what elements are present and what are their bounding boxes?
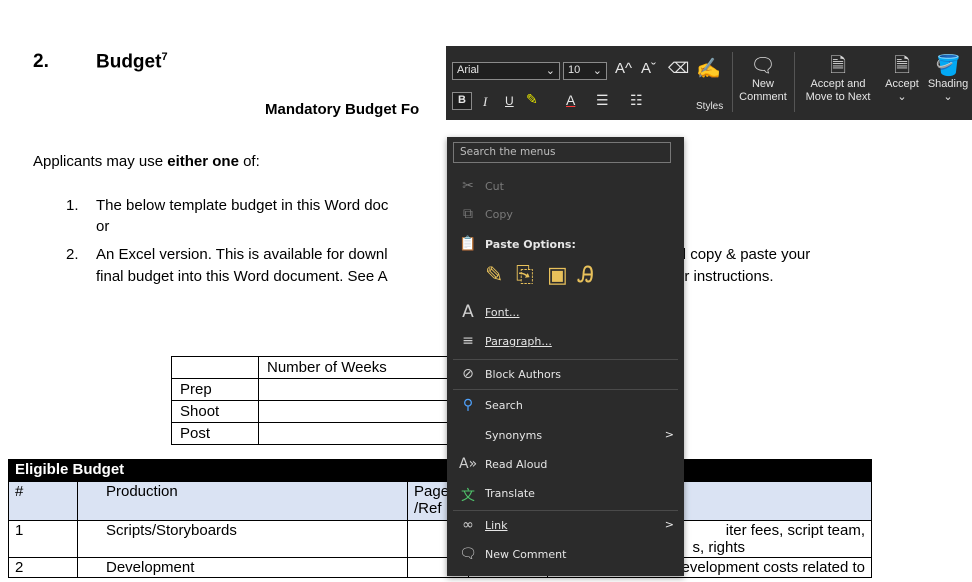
list-item-tail: or instructions. — [676, 268, 774, 285]
menu-item-paragraph[interactable]: ≡ Paragraph... — [447, 330, 684, 354]
heading-number: 2. — [33, 51, 49, 72]
styles-label[interactable]: Styles — [696, 101, 723, 112]
menu-item-search[interactable]: ⚲ Search — [447, 394, 684, 418]
block-authors-icon: ⊘ — [462, 366, 474, 382]
row-number[interactable]: 2 — [8, 557, 78, 578]
clear-formatting-icon[interactable]: ⌫ — [668, 59, 689, 77]
menu-item-translate[interactable]: 文 Translate — [447, 482, 684, 506]
menu-item-new-comment[interactable]: 🗨 New Comment — [447, 543, 684, 567]
accept-button[interactable]: 🗎 Accept ⌄ — [880, 54, 924, 104]
highlight-icon[interactable]: ✎ — [526, 91, 538, 108]
weeks-row-label[interactable]: Post — [171, 422, 259, 445]
weeks-row-label[interactable]: Shoot — [171, 400, 259, 423]
chevron-down-icon: ⌄ — [943, 91, 953, 103]
numbering-icon[interactable]: ☷ — [630, 92, 643, 109]
budget-table: Eligible Budget # Production Page/Ref 1 … — [8, 459, 872, 578]
menu-item-font[interactable]: A Font... — [447, 301, 684, 325]
chevron-down-icon: ⌄ — [545, 65, 555, 77]
italic-button[interactable]: I — [483, 94, 487, 110]
table-cell[interactable] — [171, 356, 259, 379]
chevron-down-icon: ⌄ — [897, 91, 907, 103]
table-cell[interactable] — [258, 378, 450, 401]
row-number[interactable]: 1 — [8, 520, 78, 558]
intro-paragraph: Applicants may use either one of: — [33, 153, 260, 170]
menu-item-block-authors[interactable]: ⊘ Block Authors — [447, 363, 684, 387]
list-item-continuation: final budget into this Word document. Se… — [96, 268, 388, 285]
weeks-table: Number of Weeks Prep Shoot Post — [171, 356, 450, 445]
grow-font-button[interactable]: A^ — [615, 60, 632, 77]
paste-text-only-icon[interactable]: Ꭿ — [578, 263, 594, 288]
footnote-marker[interactable]: 7 — [161, 51, 167, 63]
shading-button[interactable]: 🪣 Shading ⌄ — [924, 54, 972, 104]
heading-title: Budget7 — [96, 51, 168, 73]
weeks-row-label[interactable]: Prep — [171, 378, 259, 401]
budget-table-title[interactable]: Eligible Budget — [8, 459, 872, 482]
read-aloud-icon: A» — [459, 456, 478, 472]
new-comment-button[interactable]: 🗨 New Comment — [738, 54, 788, 104]
col-header-production[interactable]: Production — [77, 481, 408, 521]
col-header-number[interactable]: # — [8, 481, 78, 521]
font-size-select[interactable]: 10 ⌄ — [563, 62, 607, 80]
accept-and-move-button[interactable]: 🗎 Accept and Move to Next — [798, 54, 878, 104]
paint-bucket-icon: 🪣 — [935, 55, 961, 77]
accept-document-icon: 🗎 — [829, 55, 847, 77]
bold-button[interactable]: B — [452, 92, 472, 110]
underline-button[interactable]: U — [505, 94, 514, 108]
shrink-font-button[interactable]: Aˇ — [641, 60, 656, 77]
menu-item-link[interactable]: ∞ Link > — [447, 514, 684, 538]
cut-icon: ✂ — [462, 178, 474, 194]
font-name-select[interactable]: Arial ⌄ — [452, 62, 560, 80]
table-row: 2 Development Incurred development costs… — [8, 557, 872, 578]
table-cell[interactable] — [258, 422, 450, 445]
menu-item-copy[interactable]: ⧉ Copy — [447, 203, 684, 227]
menu-item-synonyms[interactable]: Synonyms > — [447, 424, 684, 448]
paragraph-icon: ≡ — [462, 333, 474, 349]
styles-pen-icon[interactable]: ✍ — [696, 56, 721, 81]
copy-icon: ⧉ — [463, 206, 473, 222]
link-icon: ∞ — [462, 517, 474, 533]
menu-item-paste-options: 📋 Paste Options: — [459, 236, 576, 252]
menu-search-input[interactable]: Search the menus — [453, 142, 671, 163]
bullets-icon[interactable]: ☰ — [596, 92, 609, 109]
weeks-header[interactable]: Number of Weeks — [258, 356, 450, 379]
font-color-button[interactable]: A — [566, 92, 575, 108]
new-comment-icon: 🗨 — [750, 55, 776, 77]
table-row: 1 Scripts/Storyboards iter fees, script … — [8, 520, 872, 558]
table-cell[interactable] — [258, 400, 450, 423]
context-menu: Search the menus ✂ Cut ⧉ Copy 📋 Paste Optio… — [447, 137, 684, 576]
paste-picture-icon[interactable]: ▣ — [547, 263, 568, 288]
paste-merge-formatting-icon[interactable]: ⎘ — [516, 263, 534, 288]
chevron-down-icon: ⌄ — [592, 65, 602, 77]
menu-item-cut[interactable]: ✂ Cut — [447, 175, 684, 199]
chevron-right-icon[interactable]: > — [665, 518, 674, 531]
paste-keep-source-icon[interactable]: ✎ — [485, 263, 503, 288]
mini-toolbar: Arial ⌄ 10 ⌄ A^ Aˇ ⌫ ✍ Styles B I U ✎ A ☰ … — [446, 46, 972, 120]
list-item-continuation: or — [96, 218, 110, 235]
row-production[interactable]: Scripts/Storyboards — [77, 520, 408, 558]
search-icon: ⚲ — [462, 397, 474, 413]
mandatory-budget-title: Mandatory Budget Fo — [265, 101, 420, 118]
paste-icon: 📋 — [459, 236, 477, 252]
font-icon: A — [462, 302, 474, 322]
chevron-right-icon: > — [664, 428, 674, 441]
menu-item-read-aloud[interactable]: A» Read Aloud — [447, 453, 684, 477]
translate-icon: 文 — [461, 488, 475, 504]
new-comment-icon: 🗨 — [459, 546, 477, 562]
accept-document-icon: 🗎 — [893, 55, 911, 77]
row-production[interactable]: Development — [77, 557, 408, 578]
